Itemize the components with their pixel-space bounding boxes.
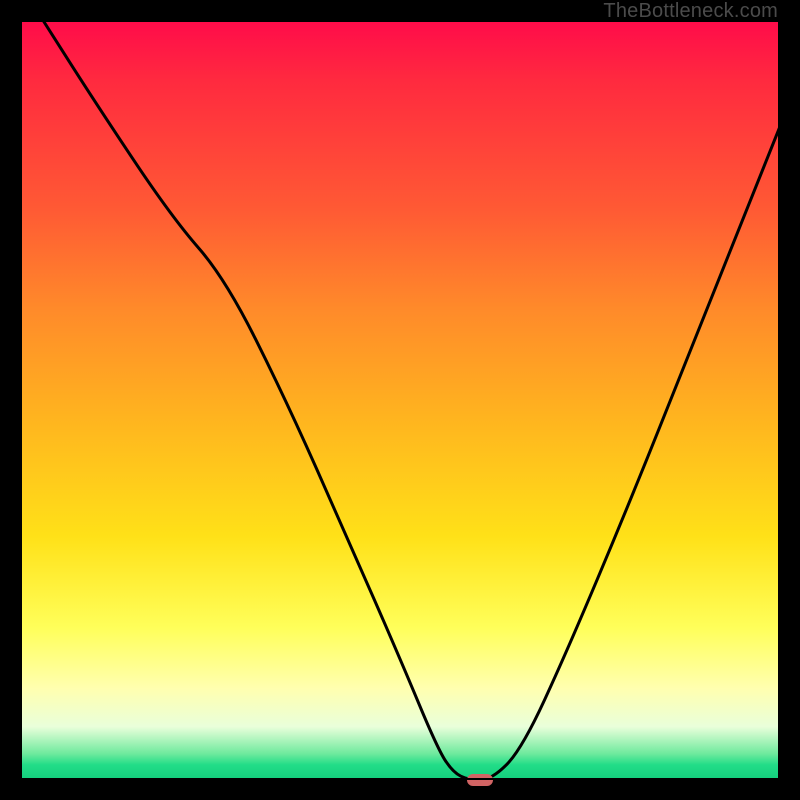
minimum-marker <box>467 774 493 786</box>
chart-frame: TheBottleneck.com <box>0 0 800 800</box>
watermark-text: TheBottleneck.com <box>603 0 778 23</box>
bottleneck-curve <box>20 20 780 780</box>
plot-area: TheBottleneck.com <box>0 0 800 800</box>
